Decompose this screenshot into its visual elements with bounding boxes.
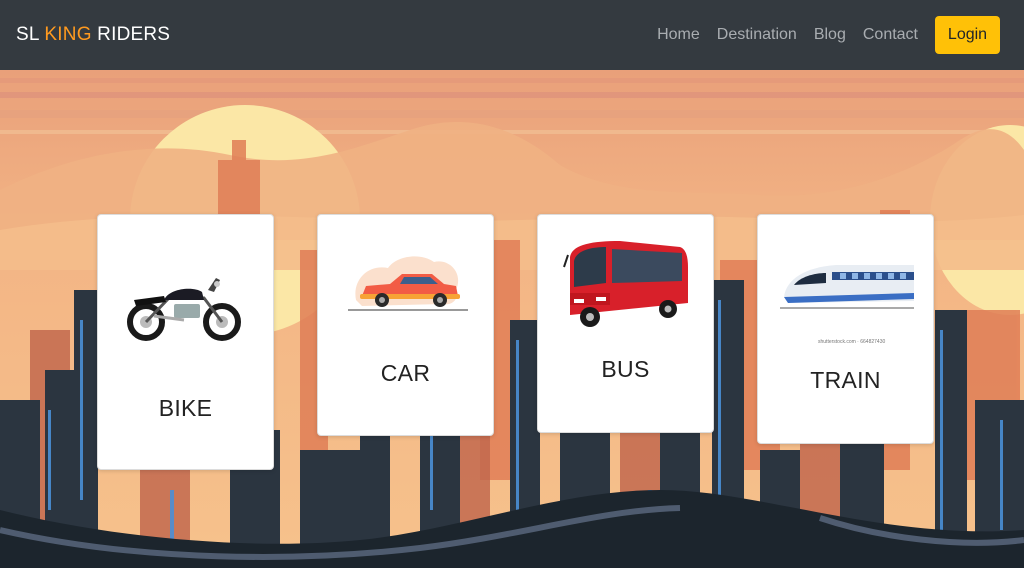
bus-icon — [563, 241, 688, 327]
navbar: SL KING RIDERS Home Destination Blog Con… — [0, 0, 1024, 70]
vehicle-card-bike[interactable]: BIKE — [97, 214, 274, 470]
nav-link-destination[interactable]: Destination — [717, 26, 797, 44]
vehicle-card-bus[interactable]: BUS — [537, 214, 714, 433]
nav-link-contact[interactable]: Contact — [863, 26, 918, 44]
nav-link-blog[interactable]: Blog — [814, 26, 846, 44]
motorcycle-icon — [127, 278, 241, 341]
nav-link-home[interactable]: Home — [657, 26, 700, 44]
stock-photo-caption: shutterstock.com · 664827430 — [818, 339, 886, 345]
brand-part-2: KING — [44, 24, 92, 45]
card-label-car: CAR — [380, 360, 431, 386]
card-label-bus: BUS — [601, 356, 650, 382]
vehicle-card-car[interactable]: CAR — [317, 214, 494, 436]
vehicle-card-train[interactable]: shutterstock.com · 664827430 TRAIN — [757, 214, 934, 444]
brand-part-3: RIDERS — [91, 24, 171, 45]
card-label-bike: BIKE — [158, 395, 213, 421]
brand-logo[interactable]: SL KING RIDERS — [16, 24, 170, 46]
brand-part-1: SL — [16, 24, 45, 45]
car-icon — [348, 256, 468, 311]
login-button[interactable]: Login — [935, 16, 1000, 54]
train-icon — [780, 265, 914, 309]
card-label-train: TRAIN — [810, 367, 881, 393]
nav-menu: Home Destination Blog Contact Login — [657, 16, 1000, 54]
